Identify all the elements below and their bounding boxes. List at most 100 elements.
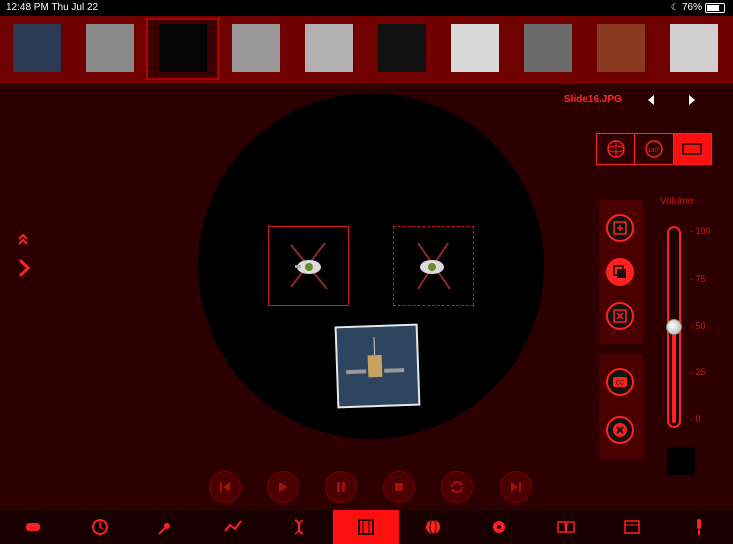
stop-button[interactable] [383,471,415,503]
moon-icon: ☾ [670,2,679,12]
loop-button[interactable] [441,471,473,503]
stop-icon [395,483,403,491]
doorway-photo-thumb-image [524,24,572,72]
dome-180-icon: 180° [645,140,663,158]
double-chevron-up-icon[interactable] [17,232,29,246]
status-time: 12:48 PM Thu Jul 22 [6,2,99,13]
surface-features-thumb-image [305,24,353,72]
film-icon [358,519,374,535]
thumbnail-terrain-map-thumb[interactable] [219,18,292,80]
play-icon [279,482,288,492]
volume-tick-100: - 100 [690,226,711,236]
tab-mic[interactable] [666,510,732,544]
view-mode-180[interactable]: 180° [635,134,674,164]
thumbnail-strip[interactable] [0,16,733,83]
svg-text:CC: CC [616,381,625,387]
moons-thumb-image [378,24,426,72]
battery-indicator: ☾ 76% [671,2,725,13]
play-button[interactable] [267,471,299,503]
tab-globe[interactable] [400,510,466,544]
view-mode-flat[interactable] [673,134,711,164]
flat-screen-icon [682,143,703,155]
tab-clock[interactable] [67,510,133,544]
tab-book[interactable] [533,510,599,544]
add-box-icon [613,221,627,235]
thumbnail-moons-thumb[interactable] [365,18,438,80]
skip-forward-icon [511,482,521,492]
thumbnail-rocket-photo-thumb[interactable] [657,18,730,80]
skip-forward-button[interactable] [500,471,532,503]
tab-meteor[interactable] [133,510,199,544]
thumbnail-surface-features-thumb[interactable] [292,18,365,80]
captions-button[interactable]: CC [606,368,634,396]
spacecraft-thumb-1-image [13,24,61,72]
skip-back-button[interactable] [209,471,241,503]
stage-object-photo[interactable] [334,323,421,409]
book-icon [557,521,575,533]
bottom-tab-bar [0,509,733,544]
thumbnail-doorway-photo-thumb[interactable] [511,18,584,80]
tab-games[interactable] [0,510,66,544]
pause-button[interactable] [325,471,357,503]
battery-percent: 76% [681,2,702,13]
chevron-right-icon[interactable] [17,258,31,278]
volume-tick-25: - 25 [690,367,706,377]
color-swatch[interactable] [667,447,695,475]
spacecraft-image [417,242,451,290]
volume-tick-50: - 50 [690,321,706,331]
status-bar: 12:48 PM Thu Jul 22 ☾ 76% [0,0,733,16]
rocket-photo-thumb-image [670,24,718,72]
next-arrow-icon[interactable] [686,94,698,106]
tab-graph[interactable] [200,510,266,544]
caption-tools-panel: CC [599,354,643,460]
globe-icon [426,519,440,535]
thumbnail-spacecraft-thumb-2[interactable] [146,18,219,80]
meteor-icon [158,523,170,535]
thumbnail-spacecraft-thumb-1[interactable] [0,18,73,80]
tab-settings[interactable] [466,510,532,544]
spacecraft-photo-image [336,325,415,403]
skip-back-icon [220,482,230,492]
cracked-ice-thumb-image [451,24,499,72]
gamepad-icon [26,523,40,531]
terrain-map-thumb-image [232,24,280,72]
closed-caption-icon: CC [613,377,627,387]
thumbnail-poster-thumb[interactable] [584,18,657,80]
battery-icon [705,2,725,13]
stage-object-spacecraft-1[interactable] [268,226,349,306]
delete-box-icon [613,309,627,323]
loop-icon [451,481,463,493]
clock-icon [92,519,108,535]
volume-slider-fill [672,325,676,423]
volume-slider-thumb[interactable] [666,319,682,335]
thumbnail-cracked-ice-thumb[interactable] [438,18,511,80]
slide-filename: Slide16.JPG [564,94,622,105]
crater-surface-thumb-image [86,24,134,72]
duplicate-object-button[interactable] [606,258,634,286]
gear-icon [493,521,505,533]
tab-calendar[interactable] [599,510,665,544]
tab-dna[interactable] [266,510,332,544]
pause-icon [337,482,345,492]
object-tools-panel [599,200,643,344]
close-button[interactable] [606,416,634,444]
globe-360-icon [606,140,625,158]
calendar-icon [624,520,640,534]
view-mode-toggle[interactable]: 180° [596,133,712,165]
dna-icon [294,519,304,535]
view-mode-360[interactable] [597,134,636,164]
remove-object-button[interactable] [606,302,634,330]
volume-label: Volume [660,196,694,207]
svg-text:180°: 180° [648,148,661,154]
copy-icon [613,265,626,278]
previous-arrow-icon[interactable] [645,94,657,106]
poster-thumb-image [597,24,645,72]
close-icon [613,423,627,437]
microphone-icon [697,519,701,535]
graph-icon [224,520,242,532]
add-object-button[interactable] [606,214,634,242]
volume-tick-75: - 75 [690,274,706,284]
stage-object-spacecraft-2[interactable] [393,226,474,306]
tab-media[interactable] [333,510,399,544]
thumbnail-crater-surface-thumb[interactable] [73,18,146,80]
